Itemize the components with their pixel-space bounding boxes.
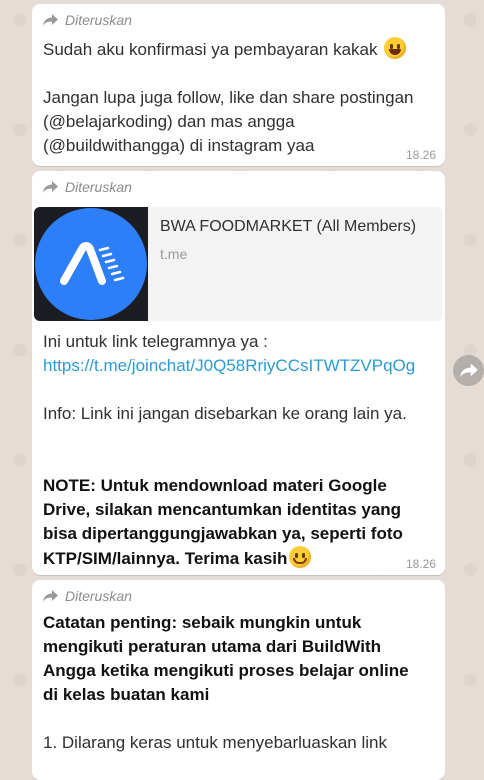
rule-item: 1. Dilarang keras untuk menyebarluaskan … [43,733,387,752]
smiling-emoji [289,546,312,568]
forward-button[interactable] [453,355,484,386]
note-line: bisa dipertanggungjawabkan ya, seperti f… [43,524,403,543]
message-line: (@belajarkoding) dan mas angga [43,112,295,131]
link-preview-domain: t.me [160,246,188,262]
message-line: (@buildwithangga) di instagram yaa [43,136,315,155]
forwarded-text: Diteruskan [65,179,132,195]
message-bubble[interactable]: Diteruskan Catatan penting: sebaik mungk… [32,580,445,780]
message-line: Info: Link ini jangan disebarkan ke oran… [43,404,407,423]
note-line: KTP/SIM/lainnya. Terima kasih [43,549,288,568]
telegram-link[interactable]: https://t.me/joinchat/J0Q58RriyCCsITWTZV… [43,356,415,375]
note-line: NOTE: Untuk mendownload materi Google [43,476,387,495]
message-time: 18.26 [405,557,436,571]
forwarded-label: Diteruskan [42,588,132,604]
message-line: Jangan lupa juga follow, like dan share … [43,88,414,107]
forward-icon [43,181,58,193]
message-bubble[interactable]: Diteruskan Sudah aku konfirmasi ya pemba… [32,4,445,166]
message-time: 18.26 [405,148,436,162]
message-text: Catatan penting: sebaik mungkin untuk me… [43,611,433,755]
heading-line: mengikuti peraturan utama dari BuildWith [43,637,381,656]
message-line: Sudah aku konfirmasi ya pembayaran kakak [43,40,378,59]
message-text: Ini untuk link telegramnya ya : https://… [43,330,433,571]
grinning-emoji [384,37,407,59]
forwarded-text: Diteruskan [65,588,132,604]
forwarded-label: Diteruskan [42,12,132,28]
heading-line: Catatan penting: sebaik mungkin untuk [43,613,362,632]
forwarded-label: Diteruskan [42,179,132,195]
forwarded-text: Diteruskan [65,12,132,28]
link-preview[interactable]: BWA FOODMARKET (All Members) t.me [34,207,442,321]
forward-button-icon [459,363,478,378]
message-bubble[interactable]: Diteruskan BWA FOODMARKET (All Members) … [32,171,445,575]
heading-line: di kelas buatan kami [43,685,210,704]
bwa-logo-icon [35,208,147,320]
link-preview-image [34,207,148,321]
forward-icon [43,14,58,26]
link-preview-title: BWA FOODMARKET (All Members) [160,218,417,235]
note-line: Drive, silakan mencantumkan identitas ya… [43,500,402,519]
message-line: Ini untuk link telegramnya ya : [43,332,268,351]
message-text: Sudah aku konfirmasi ya pembayaran kakak… [43,37,433,158]
forward-icon [43,590,58,602]
heading-line: Angga ketika mengikuti proses belajar on… [43,661,409,680]
